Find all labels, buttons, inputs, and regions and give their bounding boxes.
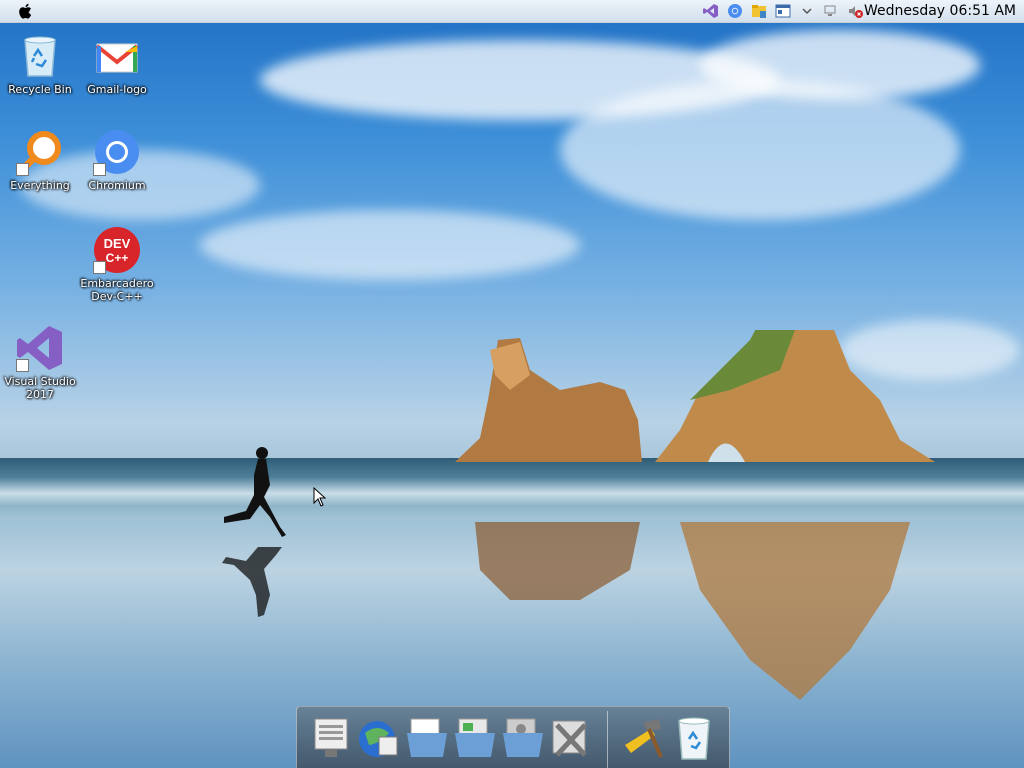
chromium-icon[interactable] bbox=[726, 2, 744, 20]
desktop-icon-recycle-bin[interactable]: Recycle Bin bbox=[0, 32, 80, 96]
shortcut-arrow-icon bbox=[93, 261, 106, 274]
shortcut-arrow-icon bbox=[93, 163, 106, 176]
documents-folder-icon[interactable] bbox=[405, 715, 449, 761]
search-magnifier-icon bbox=[16, 128, 64, 176]
visual-studio-icon[interactable] bbox=[702, 2, 720, 20]
downloads-folder-icon[interactable] bbox=[453, 715, 497, 761]
desktop-icon-visual-studio-2017[interactable]: Visual Studio 2017 bbox=[0, 324, 80, 401]
desktop-icon-label: Everything bbox=[10, 179, 70, 192]
desktop[interactable]: Wednesday 06:51 AM Recycle Bin Gmail-log… bbox=[0, 0, 1024, 768]
desktop-icon-embarcadero-devcpp[interactable]: DEV C++ Embarcadero Dev-C++ bbox=[77, 226, 157, 303]
utilities-tools-icon[interactable] bbox=[549, 715, 593, 761]
system-preferences-icon[interactable] bbox=[311, 715, 355, 761]
apple-logo-icon[interactable] bbox=[17, 2, 35, 20]
rock-formations bbox=[455, 330, 935, 700]
browser-globe-icon[interactable] bbox=[357, 715, 401, 761]
chevron-down-icon[interactable] bbox=[798, 2, 816, 20]
desktop-icon-label: Gmail-logo bbox=[87, 83, 147, 96]
trash-icon[interactable] bbox=[673, 715, 717, 761]
recycle-bin-icon bbox=[16, 32, 64, 80]
menu-bar: Wednesday 06:51 AM bbox=[0, 0, 1024, 23]
menu-bar-clock[interactable]: Wednesday 06:51 AM bbox=[864, 2, 1016, 20]
pictures-folder-icon[interactable] bbox=[501, 715, 545, 761]
devcpp-badge-text: DEV bbox=[104, 236, 131, 251]
volume-muted-icon[interactable] bbox=[846, 2, 864, 20]
developer-hammer-icon[interactable] bbox=[621, 715, 665, 761]
desktop-icon-label: Recycle Bin bbox=[8, 83, 72, 96]
mouse-cursor-icon bbox=[313, 487, 327, 507]
gmail-icon bbox=[93, 32, 141, 80]
devcpp-badge-text: C++ bbox=[106, 251, 129, 265]
cloud bbox=[560, 80, 960, 220]
desktop-icon-chromium[interactable]: Chromium bbox=[77, 128, 157, 192]
window-icon[interactable] bbox=[774, 2, 792, 20]
desktop-icon-label: Embarcadero Dev-C++ bbox=[80, 277, 154, 303]
desktop-icon-label: Visual Studio 2017 bbox=[4, 375, 76, 401]
shortcut-arrow-icon bbox=[16, 163, 29, 176]
file-manager-icon[interactable] bbox=[750, 2, 768, 20]
cloud bbox=[700, 30, 980, 100]
chromium-icon bbox=[93, 128, 141, 176]
network-icon[interactable] bbox=[822, 2, 840, 20]
system-tray bbox=[702, 2, 864, 20]
dock bbox=[296, 706, 730, 768]
desktop-icon-gmail-logo[interactable]: Gmail-logo bbox=[77, 32, 157, 96]
visual-studio-icon bbox=[16, 324, 64, 372]
desktop-icon-label: Chromium bbox=[88, 179, 146, 192]
cloud bbox=[200, 210, 580, 280]
shortcut-arrow-icon bbox=[16, 359, 29, 372]
devcpp-icon: DEV C++ bbox=[93, 226, 141, 274]
dock-separator bbox=[607, 711, 608, 768]
runner-silhouette bbox=[222, 447, 286, 617]
desktop-icon-everything[interactable]: Everything bbox=[0, 128, 80, 192]
